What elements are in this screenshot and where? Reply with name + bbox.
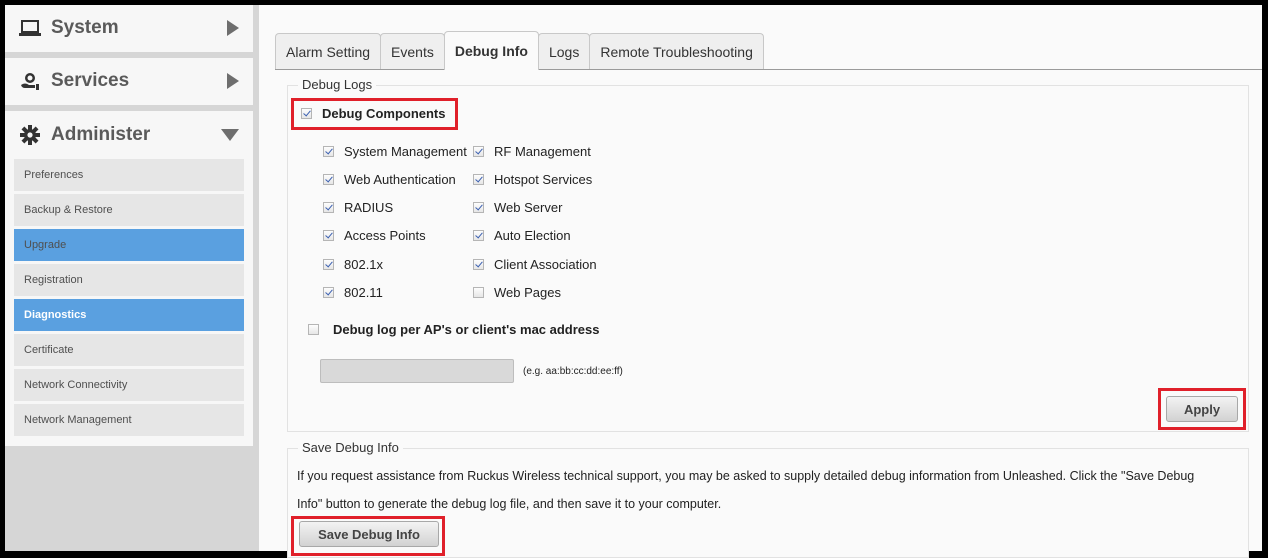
tab-alarm-setting[interactable]: Alarm Setting — [275, 33, 382, 70]
component-row: Auto Election — [473, 228, 571, 243]
sidebar-item-network-connectivity[interactable]: Network Connectivity — [14, 369, 244, 401]
nav-section-system[interactable]: System — [5, 5, 253, 52]
sidebar-item-certificate[interactable]: Certificate — [14, 334, 244, 366]
save-debug-description-line1: If you request assistance from Ruckus Wi… — [297, 469, 1195, 483]
component-label: Hotspot Services — [494, 172, 593, 187]
debug-logs-legend: Debug Logs — [298, 77, 377, 92]
chevron-right-icon — [227, 20, 239, 36]
component-label: System Management — [344, 144, 467, 159]
save-debug-description-line2: Info" button to generate the debug log f… — [297, 497, 722, 511]
services-icon — [19, 70, 41, 92]
component-row: Web Pages — [473, 285, 561, 300]
nav-label: Services — [51, 70, 130, 91]
save-debug-info-button[interactable]: Save Debug Info — [299, 521, 439, 547]
gear-icon — [19, 124, 41, 146]
component-label: Access Points — [344, 228, 426, 243]
component-label: Web Server — [494, 200, 563, 215]
nav-label: Administer — [51, 124, 151, 145]
web-server-checkbox[interactable] — [473, 202, 484, 213]
component-row: Web Server — [473, 200, 562, 215]
mac-address-input[interactable] — [320, 359, 514, 383]
debug-logs-group: Debug Logs Debug Components System Manag… — [287, 77, 1249, 432]
nav-label: System — [51, 17, 119, 38]
sidebar-item-preferences[interactable]: Preferences — [14, 159, 244, 191]
nav-section-administer: Administer Preferences Backup & Restore … — [5, 111, 253, 446]
sidebar-item-network-management[interactable]: Network Management — [14, 404, 244, 436]
802-11-checkbox[interactable] — [323, 287, 334, 298]
laptop-icon — [19, 17, 41, 39]
tab-divider — [275, 69, 1262, 70]
component-row: Client Association — [473, 257, 597, 272]
auto-election-checkbox[interactable] — [473, 230, 484, 241]
tab-debug-info[interactable]: Debug Info — [443, 31, 539, 70]
nav-head-administer[interactable]: Administer — [5, 111, 253, 159]
app-frame: System Services Administer Preferences B… — [5, 5, 1262, 558]
debug-components-checkbox[interactable] — [301, 108, 312, 119]
nav-head-services[interactable]: Services — [5, 58, 253, 104]
802-1x-checkbox[interactable] — [323, 259, 334, 270]
component-label: 802.1x — [344, 257, 384, 272]
debug-components-label: Debug Components — [322, 106, 446, 121]
radius-checkbox[interactable] — [323, 202, 334, 213]
component-label: 802.11 — [344, 285, 383, 300]
client-association-checkbox[interactable] — [473, 259, 484, 270]
mac-debug-checkbox[interactable] — [308, 324, 319, 335]
tab-logs[interactable]: Logs — [537, 33, 591, 70]
save-debug-info-group: Save Debug Info If you request assistanc… — [287, 440, 1249, 558]
sidebar: System Services Administer Preferences B… — [5, 5, 255, 551]
web-authentication-checkbox[interactable] — [323, 174, 334, 185]
component-label: RF Management — [494, 144, 591, 159]
component-label: Web Authentication — [344, 172, 456, 187]
component-row: Hotspot Services — [473, 172, 592, 187]
administer-menu: Preferences Backup & Restore Upgrade Reg… — [5, 159, 253, 449]
component-row: System Management — [323, 144, 467, 159]
component-label: Client Association — [494, 257, 597, 272]
web-pages-checkbox[interactable] — [473, 287, 484, 298]
debug-components-row: Debug Components — [301, 106, 446, 121]
mac-debug-row: Debug log per AP's or client's mac addre… — [308, 322, 600, 337]
hotspot-services-checkbox[interactable] — [473, 174, 484, 185]
sidebar-item-backup-restore[interactable]: Backup & Restore — [14, 194, 244, 226]
mac-hint: (e.g. aa:bb:cc:dd:ee:ff) — [523, 366, 623, 377]
sidebar-item-upgrade[interactable]: Upgrade — [14, 229, 244, 261]
component-row: Access Points — [323, 228, 426, 243]
chevron-down-icon — [221, 129, 239, 141]
rf-management-checkbox[interactable] — [473, 146, 484, 157]
component-row: 802.11 — [323, 285, 383, 300]
component-label: RADIUS — [344, 200, 394, 215]
save-debug-legend: Save Debug Info — [298, 440, 403, 455]
component-row: RADIUS — [323, 200, 393, 215]
component-row: 802.1x — [323, 257, 383, 272]
mac-debug-label: Debug log per AP's or client's mac addre… — [333, 322, 600, 337]
sidebar-item-diagnostics[interactable]: Diagnostics — [14, 299, 244, 331]
tab-bar: Alarm Setting Events Debug Info Logs Rem… — [275, 31, 764, 70]
chevron-right-icon — [227, 73, 239, 89]
component-label: Web Pages — [494, 285, 561, 300]
component-row: Web Authentication — [323, 172, 456, 187]
tab-events[interactable]: Events — [380, 33, 445, 70]
nav-head-system[interactable]: System — [5, 5, 253, 51]
component-label: Auto Election — [494, 228, 571, 243]
component-row: RF Management — [473, 144, 591, 159]
apply-button[interactable]: Apply — [1166, 396, 1238, 422]
system-management-checkbox[interactable] — [323, 146, 334, 157]
sidebar-item-registration[interactable]: Registration — [14, 264, 244, 296]
main-panel: Alarm Setting Events Debug Info Logs Rem… — [259, 5, 1262, 558]
tab-remote-troubleshooting[interactable]: Remote Troubleshooting — [589, 33, 764, 70]
access-points-checkbox[interactable] — [323, 230, 334, 241]
nav-section-services[interactable]: Services — [5, 58, 253, 105]
